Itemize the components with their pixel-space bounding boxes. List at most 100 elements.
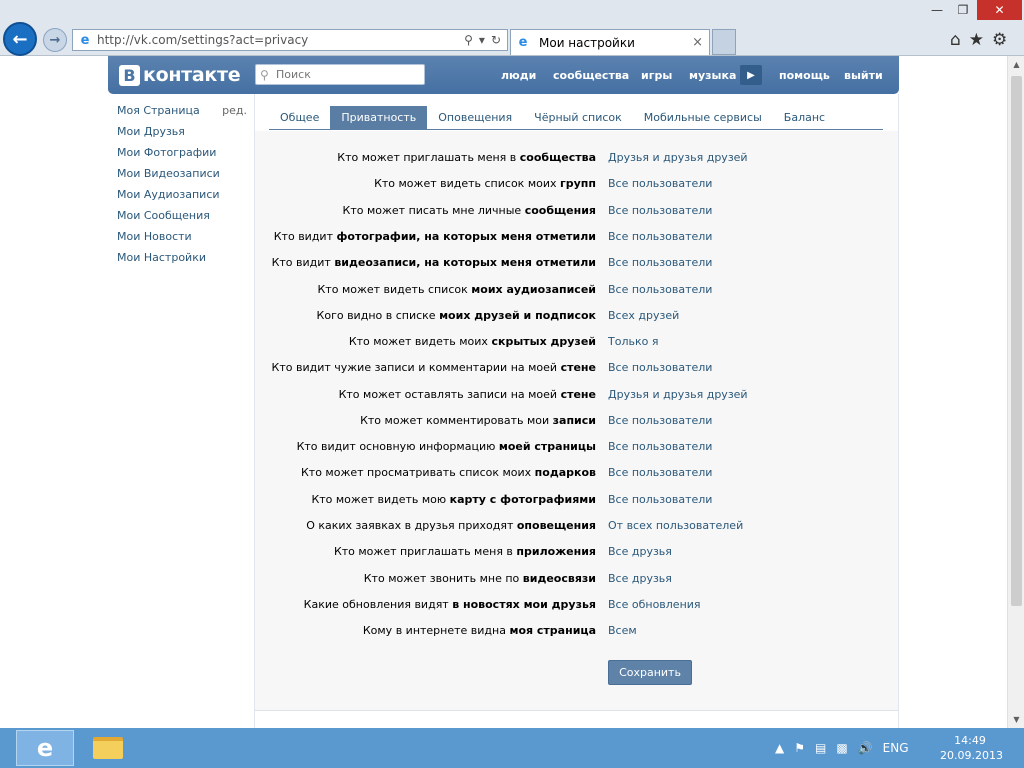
- vertical-scrollbar[interactable]: ▲ ▼: [1007, 56, 1024, 728]
- taskbar-ie-button[interactable]: e: [16, 730, 74, 766]
- setting-value-link[interactable]: Все пользователи: [608, 256, 712, 269]
- forward-button[interactable]: →: [43, 28, 67, 52]
- address-text[interactable]: http://vk.com/settings?act=privacy: [97, 33, 464, 47]
- menu-my-settings[interactable]: Мои Настройки: [117, 251, 247, 272]
- nav-help[interactable]: помощь: [779, 56, 830, 94]
- music-play-button[interactable]: ▶: [740, 65, 762, 85]
- edit-link[interactable]: ред.: [222, 104, 247, 118]
- settings-panel: Общее Приватность Оповещения Чёрный спис…: [254, 94, 899, 728]
- home-icon[interactable]: ⌂: [950, 30, 961, 50]
- setting-value-link[interactable]: Всех друзей: [608, 309, 679, 322]
- setting-row: Кто может просматривать список моих пода…: [255, 466, 898, 482]
- menu-my-news[interactable]: Мои Новости: [117, 230, 247, 251]
- menu-my-friends[interactable]: Мои Друзья: [117, 125, 247, 146]
- scroll-up-arrow-icon[interactable]: ▲: [1008, 56, 1024, 73]
- ie-page-icon: e: [80, 32, 90, 48]
- tab-general[interactable]: Общее: [269, 106, 330, 129]
- setting-value-link[interactable]: Все пользователи: [608, 361, 712, 374]
- tab-title: Мои настройки: [539, 35, 635, 50]
- setting-value-link[interactable]: Все друзья: [608, 545, 672, 558]
- vk-search-box[interactable]: ⚲: [255, 64, 425, 85]
- dropdown-icon[interactable]: ▾: [479, 33, 485, 47]
- new-tab-button[interactable]: [712, 29, 736, 55]
- close-tab-icon[interactable]: ×: [692, 35, 709, 50]
- clock-time: 14:49: [954, 734, 986, 747]
- setting-value-link[interactable]: Все пользователи: [608, 466, 712, 479]
- setting-row: Кто может приглашать меня в приложения В…: [255, 545, 898, 561]
- privacy-settings-list: Кто может приглашать меня в сообщества Д…: [255, 131, 898, 711]
- setting-value-link[interactable]: Все пользователи: [608, 283, 712, 296]
- menu-my-audios[interactable]: Мои Аудиозаписи: [117, 188, 247, 209]
- left-menu: Моя Страница ред. Мои Друзья Мои Фотогра…: [117, 104, 247, 272]
- taskbar-explorer-button[interactable]: [82, 730, 134, 766]
- volume-icon[interactable]: 🔊: [858, 741, 873, 755]
- wifi-icon[interactable]: ▩: [836, 741, 847, 755]
- refresh-icon[interactable]: ↻: [491, 33, 501, 47]
- scroll-thumb[interactable]: [1011, 76, 1022, 606]
- setting-value-link[interactable]: Только я: [608, 335, 658, 348]
- address-bar[interactable]: e http://vk.com/settings?act=privacy ⚲ ▾…: [72, 29, 508, 51]
- action-center-flag-icon[interactable]: ⚑: [794, 741, 805, 755]
- setting-row: Кто может видеть список моих аудиозаписе…: [255, 283, 898, 299]
- search-icon[interactable]: ⚲: [464, 33, 473, 47]
- menu-my-photos[interactable]: Мои Фотографии: [117, 146, 247, 167]
- setting-row: Кто видит видеозаписи, на которых меня о…: [255, 256, 898, 272]
- vk-logo[interactable]: В контакте: [119, 64, 241, 86]
- setting-row: Какие обновления видят в новостях мои др…: [255, 598, 898, 614]
- language-indicator[interactable]: ENG: [883, 741, 909, 755]
- tab-blacklist[interactable]: Чёрный список: [523, 106, 633, 129]
- back-button[interactable]: ←: [3, 22, 37, 56]
- tray-expand-icon[interactable]: ▲: [775, 741, 784, 755]
- browser-tab[interactable]: e Мои настройки ×: [510, 29, 710, 55]
- tab-privacy[interactable]: Приватность: [330, 106, 428, 129]
- menu-my-videos[interactable]: Мои Видеозаписи: [117, 167, 247, 188]
- close-window-button[interactable]: ✕: [977, 0, 1022, 20]
- vk-header: В контакте ⚲ люди сообщества игры музыка…: [108, 56, 899, 94]
- tab-notifications[interactable]: Оповещения: [427, 106, 523, 129]
- nav-people[interactable]: люди: [501, 56, 536, 94]
- menu-my-page[interactable]: Моя Страница ред.: [117, 104, 247, 125]
- setting-label: Кто может приглашать меня в приложения: [333, 545, 596, 558]
- setting-value-link[interactable]: Все пользователи: [608, 493, 712, 506]
- setting-row: Кто может звонить мне по видеосвязи Все …: [255, 572, 898, 588]
- setting-value-link[interactable]: Все друзья: [608, 572, 672, 585]
- setting-label: Какие обновления видят в новостях мои др…: [303, 598, 596, 611]
- favorites-star-icon[interactable]: ★: [969, 30, 984, 50]
- setting-label: Кто видит чужие записи и комментарии на …: [271, 361, 596, 374]
- setting-label: Кто может приглашать меня в сообщества: [337, 151, 596, 164]
- setting-value-link[interactable]: Все пользователи: [608, 230, 712, 243]
- setting-value-link[interactable]: Все пользователи: [608, 204, 712, 217]
- nav-communities[interactable]: сообщества: [553, 56, 629, 94]
- save-button[interactable]: Сохранить: [608, 660, 692, 685]
- maximize-button[interactable]: ❐: [950, 0, 976, 20]
- clock[interactable]: 14:49 20.09.2013: [940, 733, 1003, 763]
- setting-label: Кто может писать мне личные сообщения: [342, 204, 596, 217]
- setting-label: Кто может просматривать список моих пода…: [300, 466, 596, 479]
- arrow-right-icon: →: [49, 32, 61, 48]
- play-icon: ▶: [747, 69, 755, 81]
- setting-label: Кого видно в списке моих друзей и подпис…: [316, 309, 596, 322]
- vk-search-input[interactable]: [276, 68, 416, 81]
- setting-value-link[interactable]: От всех пользователей: [608, 519, 743, 532]
- network-icon[interactable]: ▤: [815, 741, 826, 755]
- nav-games[interactable]: игры: [641, 56, 672, 94]
- setting-row: Кто может приглашать меня в сообщества Д…: [255, 151, 898, 167]
- tab-balance[interactable]: Баланс: [773, 106, 836, 129]
- setting-value-link[interactable]: Друзья и друзья друзей: [608, 388, 748, 401]
- setting-value-link[interactable]: Друзья и друзья друзей: [608, 151, 748, 164]
- menu-my-messages[interactable]: Мои Сообщения: [117, 209, 247, 230]
- gear-icon[interactable]: ⚙: [992, 30, 1007, 50]
- nav-logout[interactable]: выйти: [844, 56, 883, 94]
- minimize-button[interactable]: —: [924, 0, 950, 20]
- vk-logo-icon: В: [119, 64, 140, 86]
- tab-mobile[interactable]: Мобильные сервисы: [633, 106, 773, 129]
- setting-value-link[interactable]: Все пользователи: [608, 177, 712, 190]
- setting-value-link[interactable]: Все пользователи: [608, 414, 712, 427]
- setting-value-link[interactable]: Все пользователи: [608, 440, 712, 453]
- setting-value-link[interactable]: Всем: [608, 624, 637, 637]
- setting-row: О каких заявках в друзья приходят оповещ…: [255, 519, 898, 535]
- scroll-down-arrow-icon[interactable]: ▼: [1008, 711, 1024, 728]
- setting-value-link[interactable]: Все обновления: [608, 598, 701, 611]
- magnifier-icon: ⚲: [260, 67, 269, 82]
- nav-music[interactable]: музыка: [689, 56, 736, 94]
